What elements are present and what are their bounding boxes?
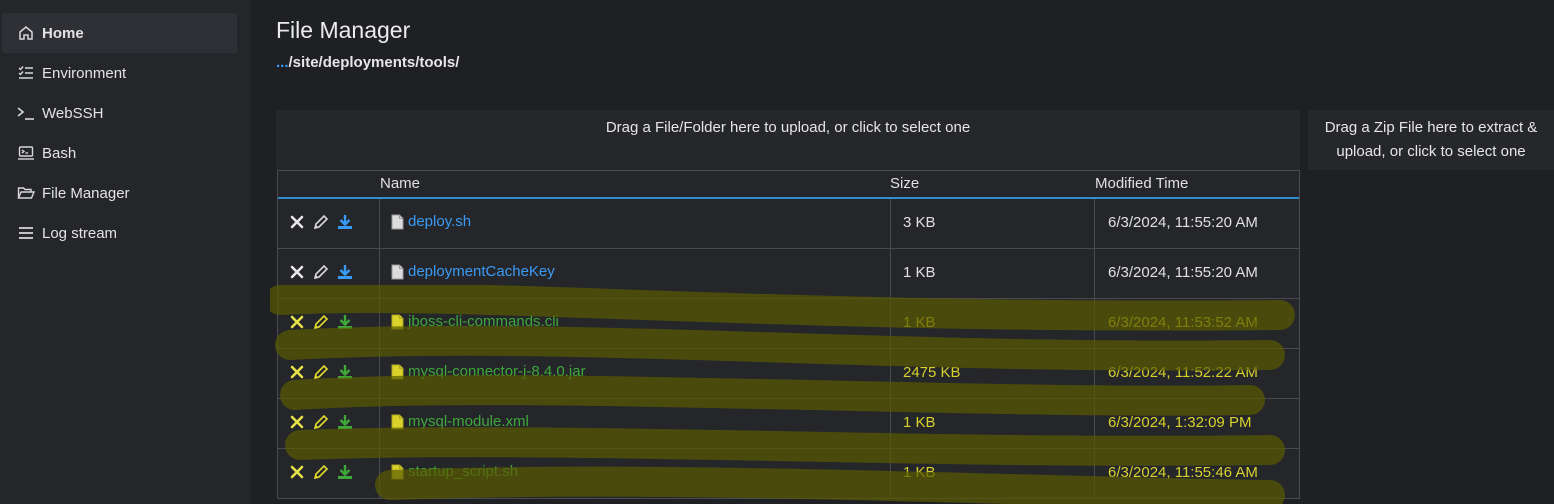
column-header-modified[interactable]: Modified Time bbox=[1095, 175, 1188, 192]
file-size: 3 KB bbox=[903, 214, 936, 231]
file-name: deploy.sh bbox=[408, 213, 472, 230]
sidebar-item-label: File Manager bbox=[42, 184, 130, 202]
sidebar-item-label: Environment bbox=[42, 64, 127, 82]
file-name-link[interactable]: deploy.sh bbox=[391, 213, 471, 230]
file-icon bbox=[391, 364, 404, 380]
breadcrumb-path: /site/deployments/tools/ bbox=[288, 54, 460, 71]
breadcrumb: .../site/deployments/tools/ bbox=[276, 54, 459, 71]
edit-pencil-icon[interactable] bbox=[312, 213, 330, 231]
table-row: jboss-cli-commands.cli 1 KB 6/3/2024, 11:5… bbox=[278, 298, 1299, 348]
delete-icon[interactable] bbox=[288, 413, 306, 431]
sidebar-item-label: WebSSH bbox=[42, 104, 104, 122]
download-icon[interactable] bbox=[336, 463, 354, 481]
zip-dropzone[interactable]: Drag a Zip File here to extract & upload… bbox=[1308, 110, 1554, 170]
file-size: 1 KB bbox=[903, 314, 936, 331]
edit-pencil-icon[interactable] bbox=[312, 413, 330, 431]
download-icon[interactable] bbox=[336, 313, 354, 331]
file-modified-time: 6/3/2024, 11:52:22 AM bbox=[1108, 364, 1258, 381]
breadcrumb-up-link[interactable]: ... bbox=[276, 54, 289, 71]
file-icon bbox=[391, 414, 404, 430]
download-icon[interactable] bbox=[336, 263, 354, 281]
file-name-link[interactable]: jboss-cli-commands.cli bbox=[391, 313, 559, 330]
file-modified-time: 6/3/2024, 11:53:52 AM bbox=[1108, 314, 1258, 331]
table-row: startup_script.sh 1 KB 6/3/2024, 11:55:46 … bbox=[278, 448, 1299, 498]
edit-pencil-icon[interactable] bbox=[312, 363, 330, 381]
edit-pencil-icon[interactable] bbox=[312, 313, 330, 331]
file-name: jboss-cli-commands.cli bbox=[408, 313, 559, 330]
table-header: Name Size Modified Time bbox=[278, 171, 1299, 199]
edit-pencil-icon[interactable] bbox=[312, 463, 330, 481]
file-size: 1 KB bbox=[903, 464, 936, 481]
table-row: deploymentCacheKey 1 KB 6/3/2024, 11:55:20… bbox=[278, 248, 1299, 298]
download-icon[interactable] bbox=[336, 413, 354, 431]
file-size: 1 KB bbox=[903, 264, 936, 281]
delete-icon[interactable] bbox=[288, 463, 306, 481]
download-icon[interactable] bbox=[336, 213, 354, 231]
upload-dropzone[interactable]: Drag a File/Folder here to upload, or cl… bbox=[276, 110, 1300, 170]
delete-icon[interactable] bbox=[288, 213, 306, 231]
file-icon bbox=[391, 214, 404, 230]
sidebar-item-environment[interactable]: Environment bbox=[2, 53, 237, 93]
page-title: File Manager bbox=[276, 17, 411, 43]
sidebar-item-file-manager[interactable]: File Manager bbox=[2, 173, 237, 213]
file-icon bbox=[391, 314, 404, 330]
table-row: mysql-module.xml 1 KB 6/3/2024, 1:32:09 PM bbox=[278, 398, 1299, 448]
file-modified-time: 6/3/2024, 11:55:20 AM bbox=[1108, 214, 1258, 231]
log-lines-icon bbox=[17, 224, 35, 242]
folder-open-icon bbox=[17, 184, 35, 202]
table-row: deploy.sh 3 KB 6/3/2024, 11:55:20 AM bbox=[278, 199, 1299, 248]
file-name-link[interactable]: mysql-connector-j-8.4.0.jar bbox=[391, 363, 586, 380]
file-name-link[interactable]: deploymentCacheKey bbox=[391, 263, 555, 280]
sidebar-item-label: Bash bbox=[42, 144, 77, 162]
sidebar-item-webssh[interactable]: WebSSH bbox=[2, 93, 237, 133]
delete-icon[interactable] bbox=[288, 363, 306, 381]
file-size: 2475 KB bbox=[903, 364, 961, 381]
sidebar-item-bash[interactable]: Bash bbox=[2, 133, 237, 173]
file-icon bbox=[391, 464, 404, 480]
download-icon[interactable] bbox=[336, 363, 354, 381]
checklist-icon bbox=[17, 64, 35, 82]
file-table: Name Size Modified Time deploy.sh 3 KB 6/3… bbox=[277, 170, 1300, 499]
file-name: mysql-module.xml bbox=[408, 413, 529, 430]
file-name: startup_script.sh bbox=[408, 463, 519, 480]
delete-icon[interactable] bbox=[288, 263, 306, 281]
file-name-link[interactable]: mysql-module.xml bbox=[391, 413, 529, 430]
laptop-console-icon bbox=[17, 144, 35, 162]
column-header-name[interactable]: Name bbox=[380, 175, 420, 192]
file-size: 1 KB bbox=[903, 414, 936, 431]
sidebar-item-label: Home bbox=[42, 24, 84, 42]
file-name: deploymentCacheKey bbox=[408, 263, 555, 280]
delete-icon[interactable] bbox=[288, 313, 306, 331]
file-modified-time: 6/3/2024, 11:55:20 AM bbox=[1108, 264, 1258, 281]
terminal-icon bbox=[17, 104, 35, 122]
edit-pencil-icon[interactable] bbox=[312, 263, 330, 281]
file-modified-time: 6/3/2024, 1:32:09 PM bbox=[1108, 414, 1252, 431]
home-icon bbox=[17, 24, 35, 42]
file-icon bbox=[391, 264, 404, 280]
file-name: mysql-connector-j-8.4.0.jar bbox=[408, 363, 586, 380]
sidebar-item-log-stream[interactable]: Log stream bbox=[2, 213, 237, 253]
sidebar: Home Environment WebSSH Bash File Manage… bbox=[0, 0, 251, 504]
file-name-link[interactable]: startup_script.sh bbox=[391, 463, 518, 480]
sidebar-item-label: Log stream bbox=[42, 224, 118, 242]
table-row: mysql-connector-j-8.4.0.jar 2475 KB 6/3/20… bbox=[278, 348, 1299, 398]
column-header-size[interactable]: Size bbox=[890, 175, 919, 192]
file-modified-time: 6/3/2024, 11:55:46 AM bbox=[1108, 464, 1258, 481]
sidebar-item-home[interactable]: Home bbox=[2, 13, 237, 53]
